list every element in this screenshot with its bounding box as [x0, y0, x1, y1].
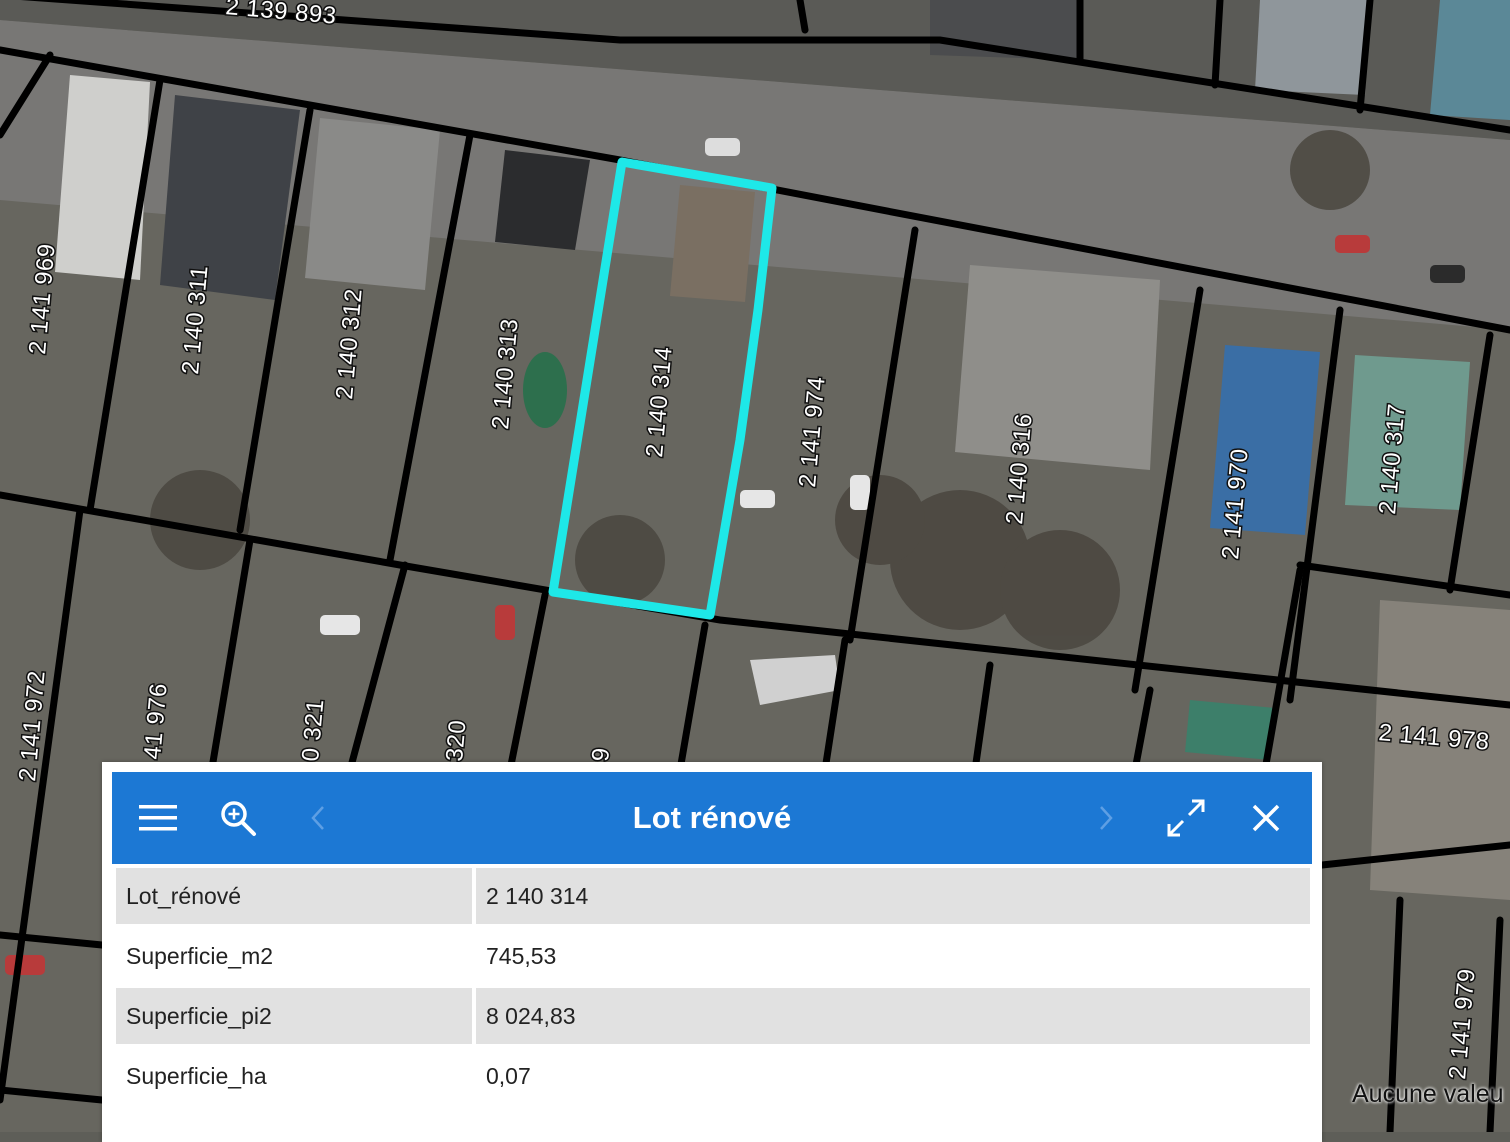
attribute-value: 0,07	[486, 1062, 531, 1089]
attribute-value: 745,53	[486, 942, 557, 969]
hamburger-menu-icon	[139, 805, 177, 831]
attribute-row: Superficie_ha 0,07	[116, 1048, 1310, 1104]
previous-feature-button[interactable]	[300, 772, 336, 864]
attribute-key: Superficie_ha	[126, 1062, 267, 1089]
attribute-key: Superficie_pi2	[116, 988, 472, 1044]
next-feature-button[interactable]	[1088, 772, 1124, 864]
attribute-value: 2 140 314	[476, 868, 1310, 924]
attribute-key: Superficie_m2	[126, 942, 274, 969]
lot-label: 320	[441, 719, 472, 763]
menu-button[interactable]	[132, 772, 184, 864]
lot-label: 9	[587, 746, 615, 762]
expand-icon	[1167, 799, 1205, 837]
zoom-in-icon	[221, 801, 256, 836]
attribute-row: Lot_rénové 2 140 314	[116, 868, 1310, 924]
popup-title: Lot rénové	[632, 800, 792, 835]
popup-header: Lot rénové	[112, 772, 1312, 864]
chevron-left-icon	[311, 806, 324, 830]
close-button[interactable]	[1240, 772, 1292, 864]
close-icon	[1252, 804, 1280, 832]
expand-button[interactable]	[1160, 772, 1212, 864]
attribute-row: Superficie_m2 745,53	[116, 928, 1310, 984]
attribute-key: Lot_rénové	[116, 868, 472, 924]
feature-popup: Lot rénové Lot_rénové 2 140 314 Superfic	[102, 762, 1322, 1142]
lot-label: 0 321	[297, 698, 329, 763]
chevron-right-icon	[1100, 806, 1113, 830]
zoom-to-button[interactable]	[212, 772, 264, 864]
no-value-label: Aucune valeu	[1352, 1080, 1504, 1108]
attribute-row: Superficie_pi2 8 024,83	[116, 988, 1310, 1044]
attribute-value: 8 024,83	[476, 988, 1310, 1044]
